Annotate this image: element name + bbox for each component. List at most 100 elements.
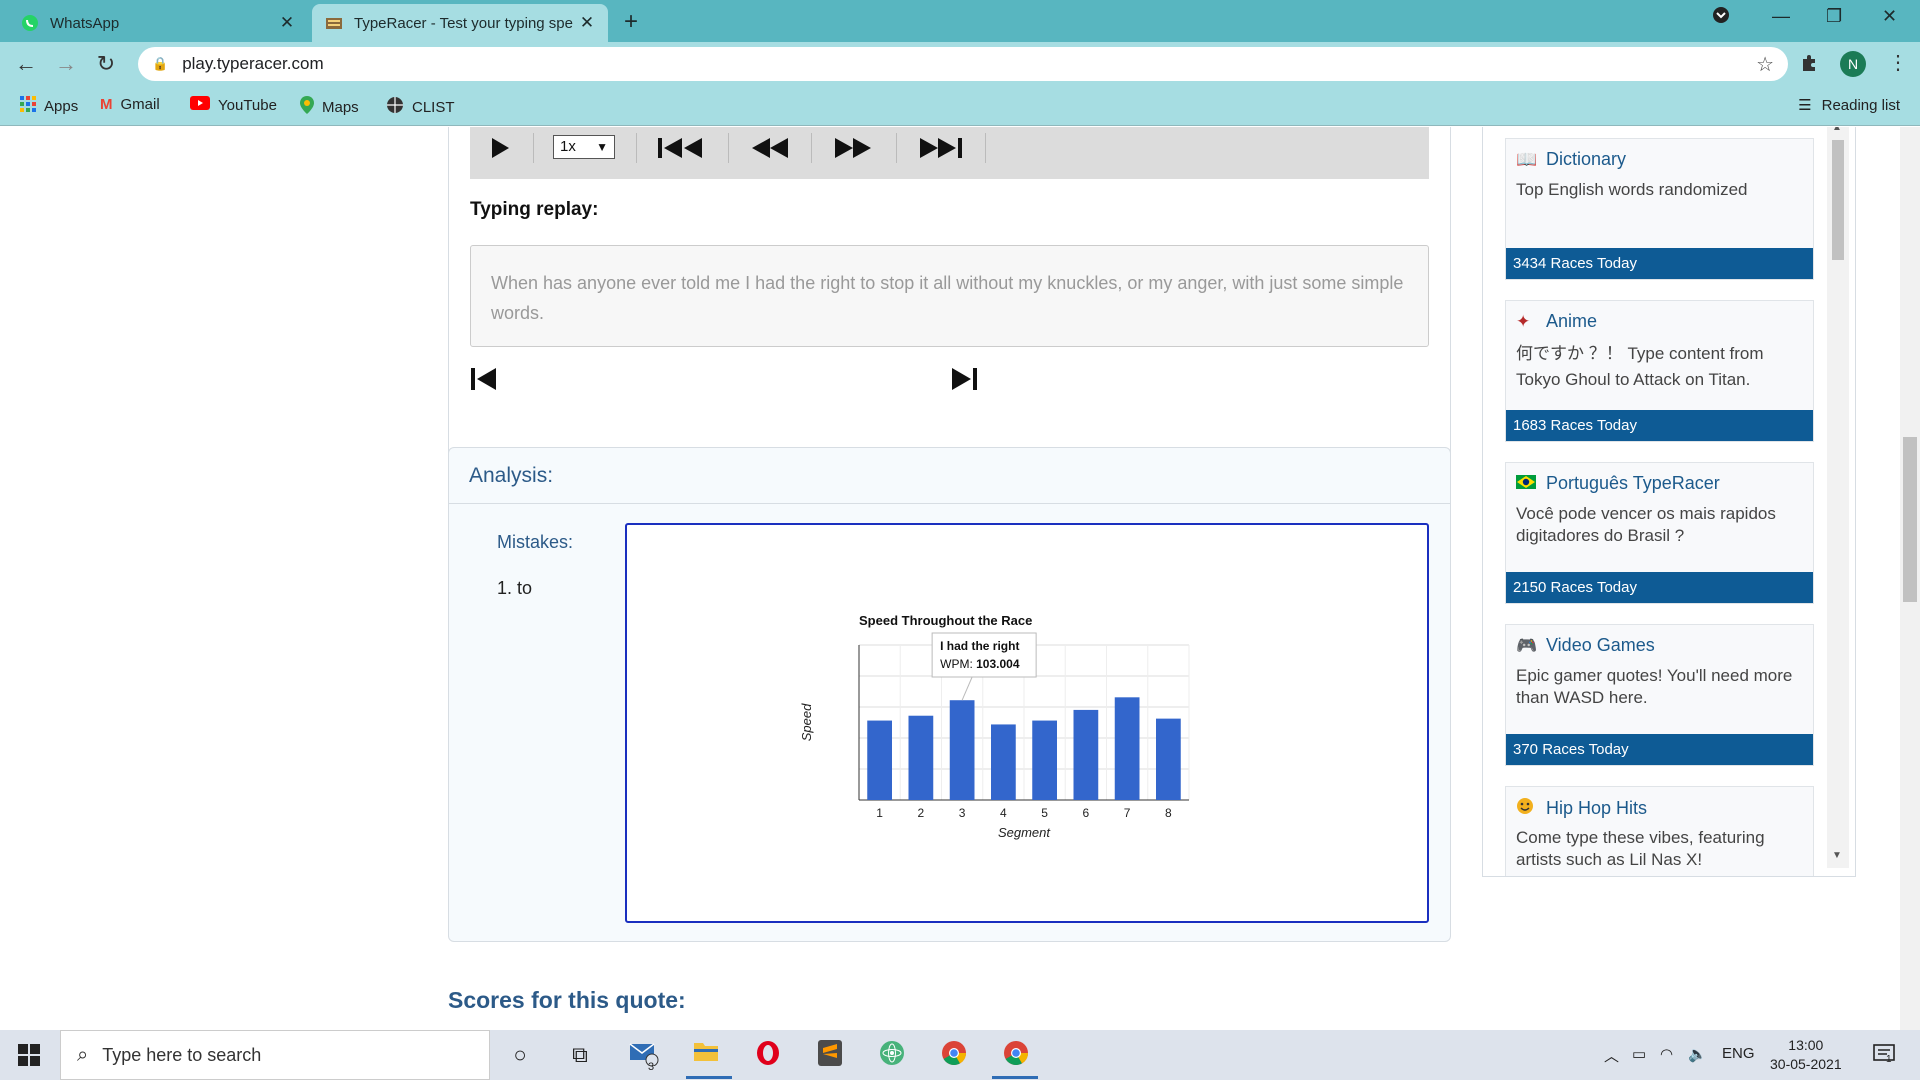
close-tab-icon[interactable]: ✕	[278, 13, 296, 33]
youtube-icon	[190, 96, 210, 114]
profile-avatar[interactable]: N	[1840, 51, 1866, 77]
extensions-puzzle-icon[interactable]	[1800, 53, 1820, 79]
category-card-hip-hop[interactable]: Hip Hop Hits Come type these vibes, feat…	[1505, 786, 1814, 876]
category-description: Come type these vibes, featuring artists…	[1516, 828, 1765, 869]
tab-title: WhatsApp	[50, 14, 120, 32]
back-arrow-icon[interactable]: ←	[12, 50, 40, 78]
tab-search-icon[interactable]	[1712, 6, 1730, 29]
y-axis-label: Speed	[799, 703, 814, 741]
bookmark-apps[interactable]: Apps	[20, 96, 78, 116]
reading-list-button[interactable]: ☰ Reading list	[1798, 96, 1900, 115]
book-icon: 📖	[1516, 149, 1538, 169]
task-view-icon[interactable]: ⧉	[564, 1040, 596, 1070]
bookmark-star-icon[interactable]: ☆	[1756, 52, 1774, 77]
category-card-portugues[interactable]: Português TypeRacer Você pode vencer os …	[1505, 462, 1814, 604]
category-description: Você pode vencer os mais rapidos digitad…	[1516, 504, 1776, 545]
tooltip-pointer	[961, 676, 973, 701]
skip-to-start-icon[interactable]	[658, 135, 704, 166]
tab-typeracer[interactable]: TypeRacer - Test your typing spe ✕	[312, 4, 608, 42]
page-content: 1x ▼ Typing replay: When has anyone ever…	[0, 127, 1920, 1030]
atom-icon[interactable]	[876, 1040, 908, 1070]
opera-icon[interactable]	[752, 1040, 784, 1070]
bookmark-label: YouTube	[218, 96, 277, 114]
category-sidebar: 📖 Dictionary Top English words randomized…	[1482, 127, 1856, 877]
close-tab-icon[interactable]: ✕	[578, 13, 596, 33]
speed-select[interactable]: 1x ▼	[553, 135, 615, 159]
reload-icon[interactable]: ↻	[92, 50, 120, 78]
category-title: Português TypeRacer	[1546, 473, 1720, 493]
system-clock[interactable]: 13:00 30-05-2021	[1770, 1036, 1842, 1074]
windows-taskbar: ⌕ Type here to search ○ ⧉ 3 ︿ ▭ ◠ 🔈 ENG …	[0, 1030, 1920, 1080]
step-forward-icon[interactable]	[950, 367, 978, 398]
chart-bar	[991, 724, 1016, 800]
forward-arrow-icon[interactable]: →	[52, 50, 80, 78]
play-icon[interactable]	[490, 135, 510, 166]
reading-list-icon: ☰	[1798, 97, 1812, 114]
gmail-icon: M	[100, 96, 113, 113]
volume-icon[interactable]: 🔈	[1688, 1045, 1707, 1063]
replay-controls: 1x ▼	[470, 127, 1429, 179]
rewind-icon[interactable]	[750, 135, 790, 166]
step-back-icon[interactable]	[470, 367, 498, 398]
page-scrollbar[interactable]	[1900, 127, 1920, 1030]
typeracer-icon	[324, 13, 344, 33]
address-bar[interactable]: 🔒 play.typeracer.com ☆	[138, 47, 1788, 81]
category-description: Top English words randomized	[1516, 180, 1748, 199]
brazil-flag-icon	[1516, 474, 1538, 494]
language-indicator[interactable]: ENG	[1722, 1045, 1755, 1062]
scroll-down-icon[interactable]: ▼	[1832, 850, 1842, 861]
notifications-icon[interactable]: 1	[1872, 1042, 1896, 1070]
category-title: Video Games	[1546, 635, 1655, 655]
divider	[728, 133, 729, 163]
sidebar-scrollbar[interactable]: ▲ ▼	[1827, 127, 1849, 868]
show-hidden-icons-icon[interactable]: ︿	[1604, 1045, 1619, 1066]
maps-icon	[300, 96, 314, 118]
sublime-text-icon[interactable]	[814, 1040, 846, 1070]
smiley-icon	[1516, 797, 1538, 820]
category-card-video-games[interactable]: 🎮 Video Games Epic gamer quotes! You'll n…	[1505, 624, 1814, 766]
new-tab-button[interactable]: +	[624, 8, 638, 36]
mail-icon[interactable]: 3	[628, 1040, 660, 1073]
category-race-count: 370 Races Today	[1506, 734, 1813, 765]
url-text: play.typeracer.com	[182, 54, 324, 73]
x-tick-label: 8	[1165, 806, 1172, 820]
chrome-icon[interactable]	[1000, 1040, 1032, 1070]
bookmark-clist[interactable]: CLIST	[386, 96, 455, 118]
analysis-title: Analysis:	[469, 464, 554, 487]
speed-value: 1x	[560, 138, 576, 155]
tooltip-value: 103.004	[976, 657, 1020, 671]
taskbar-search[interactable]: ⌕ Type here to search	[60, 1030, 490, 1080]
tab-strip: WhatsApp ✕ TypeRacer - Test your typing …	[0, 0, 1920, 42]
search-icon: ⌕	[77, 1043, 89, 1066]
sidebar-scroll-thumb[interactable]	[1832, 140, 1844, 260]
chrome-icon[interactable]	[938, 1040, 970, 1070]
battery-icon[interactable]: ▭	[1632, 1045, 1646, 1063]
wifi-icon[interactable]: ◠	[1660, 1045, 1673, 1063]
browser-toolbar: ← → ↻ 🔒 play.typeracer.com ☆ N ⋮	[0, 42, 1920, 86]
divider	[636, 133, 637, 163]
close-window-icon[interactable]: ✕	[1882, 6, 1897, 27]
windows-start-icon[interactable]	[18, 1044, 40, 1072]
scroll-up-icon[interactable]: ▲	[1832, 127, 1842, 133]
restore-icon[interactable]: ❐	[1826, 6, 1842, 27]
skip-to-end-icon[interactable]	[918, 135, 964, 166]
lock-icon: 🔒	[152, 56, 169, 71]
category-race-count: 1683 Races Today	[1506, 410, 1813, 441]
category-card-anime[interactable]: ✦ Anime 何ですか ？！ Type content from Tokyo G…	[1505, 300, 1814, 442]
tab-whatsapp[interactable]: WhatsApp ✕	[8, 4, 308, 42]
bookmark-youtube[interactable]: YouTube	[190, 96, 277, 114]
cortana-icon[interactable]: ○	[504, 1040, 536, 1070]
category-card-dictionary[interactable]: 📖 Dictionary Top English words randomized…	[1505, 138, 1814, 280]
x-tick-label: 5	[1041, 806, 1048, 820]
category-race-count: 3434 Races Today	[1506, 248, 1813, 279]
minimize-icon[interactable]: —	[1772, 6, 1790, 27]
speed-chart-svg: 1 2 3 4 5 6 7 8 Speed Throughout the Race Segment…	[799, 613, 1190, 840]
bookmark-gmail[interactable]: M Gmail	[100, 96, 160, 113]
bookmark-maps[interactable]: Maps	[300, 96, 359, 118]
fast-forward-icon[interactable]	[833, 135, 873, 166]
active-indicator	[992, 1076, 1038, 1079]
file-explorer-icon[interactable]	[690, 1040, 722, 1070]
x-tick-label: 3	[959, 806, 966, 820]
page-scroll-thumb[interactable]	[1903, 437, 1917, 602]
more-menu-icon[interactable]: ⋮	[1888, 50, 1908, 75]
